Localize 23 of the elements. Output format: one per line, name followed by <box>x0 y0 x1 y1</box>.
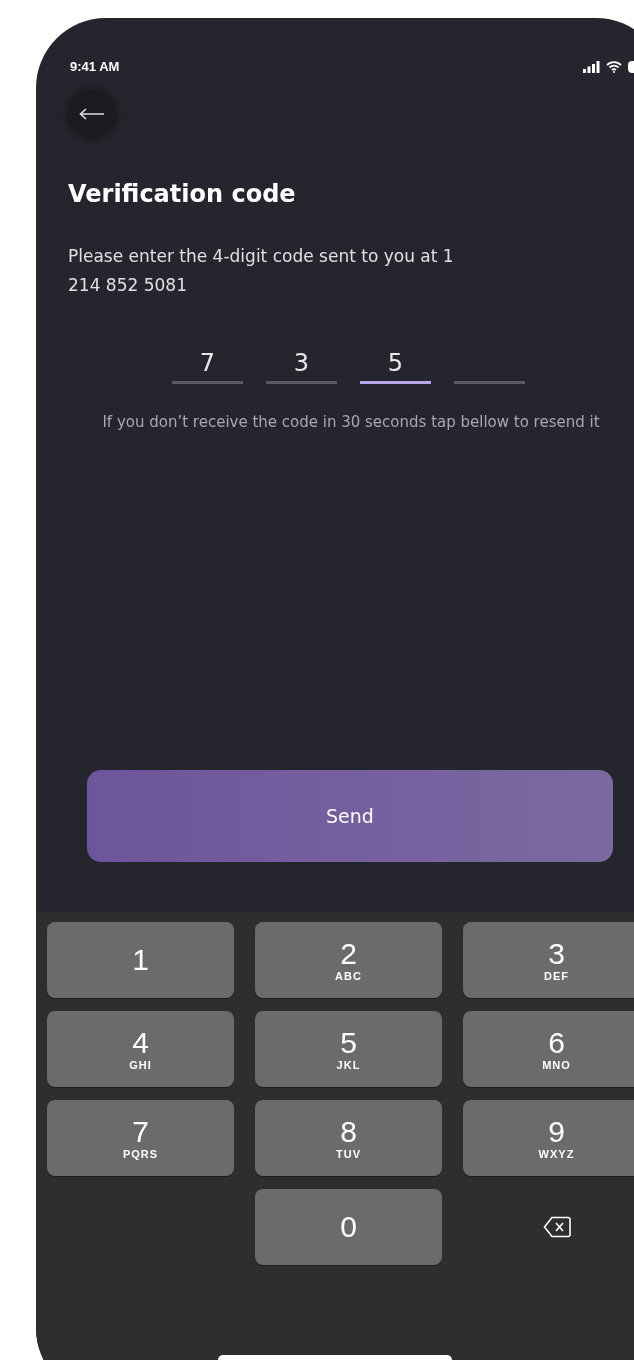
keypad-key[interactable]: 2 ABC <box>255 922 442 998</box>
keypad-key[interactable]: 8 TUV <box>255 1100 442 1176</box>
keypad-key[interactable]: 7 PQRS <box>47 1100 234 1176</box>
instruction-text: Please enter the 4-digit code sent to you at 1 214 852 5081 <box>68 245 455 297</box>
back-arrow-icon <box>79 108 105 120</box>
code-digit-field[interactable]: 5 <box>360 338 431 384</box>
keypad-key[interactable]: 0 <box>255 1189 442 1265</box>
keypad-key[interactable]: 3 DEF <box>463 922 634 998</box>
signal-icon <box>583 61 600 73</box>
code-digit-field[interactable]: 7 <box>172 338 243 384</box>
screen-title: Verification code <box>68 180 297 208</box>
code-digit-field[interactable]: 3 <box>266 338 337 384</box>
backspace-icon <box>542 1216 571 1238</box>
wifi-icon <box>606 61 622 73</box>
back-button[interactable] <box>68 90 116 138</box>
keypad-key[interactable]: 1 <box>47 922 234 998</box>
resend-hint: If you don’t receive the code in 30 seconds tap bellow to resend it <box>101 412 601 433</box>
status-time: 9:41 AM <box>70 59 120 76</box>
keypad-key[interactable]: 5 JKL <box>255 1011 442 1087</box>
keypad-key[interactable]: 9 WXYZ <box>463 1100 634 1176</box>
keypad-key[interactable]: 6 MNO <box>463 1011 634 1087</box>
keypad-key[interactable]: 4 GHI <box>47 1011 234 1087</box>
send-button[interactable]: Send <box>87 770 613 862</box>
